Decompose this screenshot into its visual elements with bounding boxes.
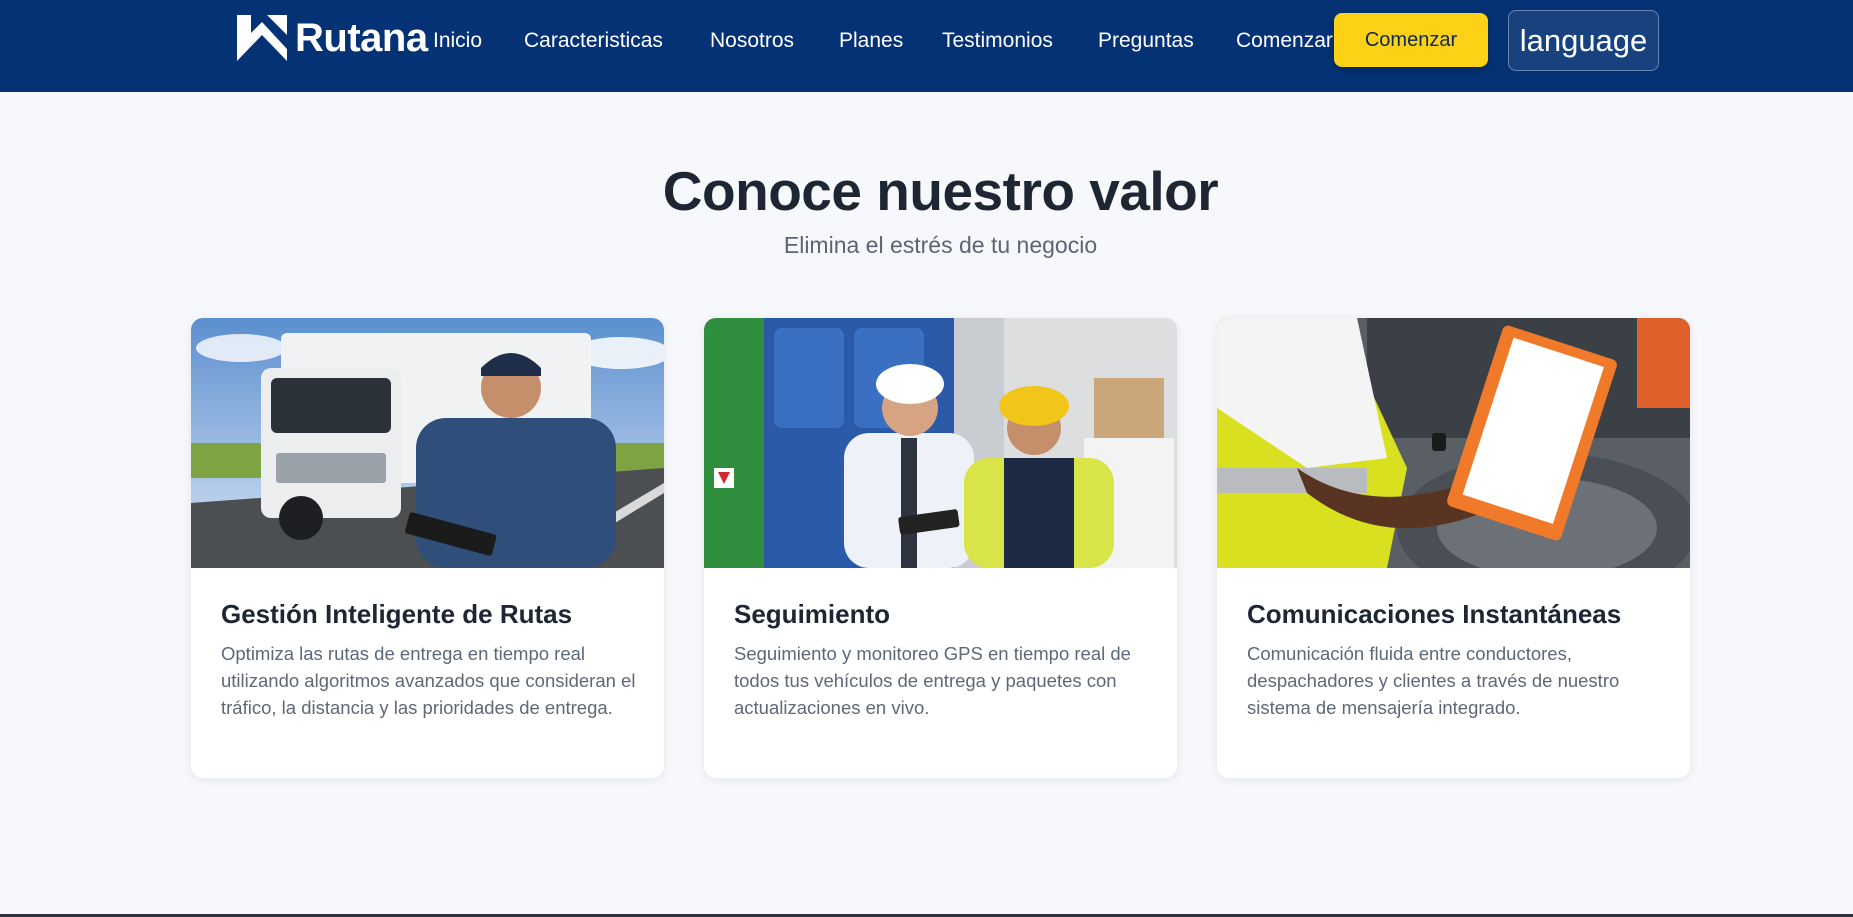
- card-title: Comunicaciones Instantáneas: [1247, 599, 1622, 629]
- section-subtitle: Elimina el estrés de tu negocio: [783, 232, 1098, 258]
- nav-link-caracteristicas[interactable]: Caracteristicas: [524, 27, 663, 55]
- language-selector-button[interactable]: language: [1508, 10, 1659, 71]
- feature-card-seguimiento: Seguimiento Seguimiento y monitoreo GPS …: [704, 318, 1177, 778]
- nav-link-comenzar-container: Comenzar: [1236, 27, 1336, 57]
- section-title: Conoce nuestro valor: [662, 160, 1219, 222]
- nav-link-testimonios[interactable]: Testimonios: [942, 27, 1053, 55]
- truck-driver-with-clipboard-photo: [191, 318, 664, 568]
- card-description: Comunicación fluida entre conductores, d…: [1247, 643, 1620, 718]
- comenzar-cta-button[interactable]: Comenzar: [1334, 13, 1488, 67]
- brand-logo[interactable]: Rutana: [237, 14, 428, 62]
- brand-name: Rutana: [295, 16, 428, 60]
- worker-writing-on-clipboard-photo: [1217, 318, 1690, 568]
- nav-link-planes[interactable]: Planes: [839, 27, 903, 55]
- feature-card-rutas: Gestión Inteligente de Rutas Optimiza la…: [191, 318, 664, 778]
- chevron-up-arrow-logo-icon: [237, 15, 287, 61]
- nav-link-comenzar[interactable]: Comenzar: [1236, 29, 1333, 52]
- card-title: Gestión Inteligente de Rutas: [221, 599, 573, 629]
- navbar: Rutana Inicio Caracteristicas Nosotros P…: [0, 0, 1853, 92]
- card-description: Optimiza las rutas de entrega en tiempo …: [221, 643, 636, 718]
- nav-link-inicio[interactable]: Inicio: [433, 27, 482, 55]
- nav-link-nosotros[interactable]: Nosotros: [710, 27, 794, 55]
- warehouse-workers-with-tablet-photo: [704, 318, 1177, 568]
- feature-card-comunicaciones: Comunicaciones Instantáneas Comunicación…: [1217, 318, 1690, 778]
- card-description: Seguimiento y monitoreo GPS en tiempo re…: [734, 643, 1131, 718]
- card-title: Seguimiento: [734, 599, 891, 629]
- nav-link-preguntas[interactable]: Preguntas: [1098, 27, 1194, 55]
